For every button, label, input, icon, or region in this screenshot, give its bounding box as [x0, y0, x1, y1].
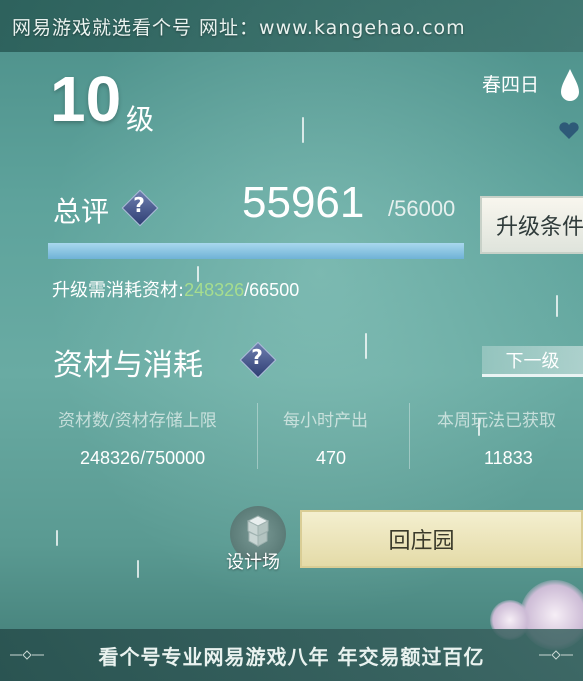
- upgrade-consume-line: 升级需消耗资材:248326/66500: [52, 276, 299, 302]
- stat-header-hourly: 每小时产出: [283, 411, 368, 431]
- watermark-bottom-bar: 看个号专业网易游戏八年 年交易额过百亿: [0, 629, 583, 681]
- score-progress-bar: [48, 243, 464, 259]
- section-help-button[interactable]: ?: [239, 341, 277, 379]
- section-title: 资材与消耗: [53, 348, 203, 383]
- score-help-button[interactable]: ?: [121, 189, 159, 227]
- column-divider: [409, 403, 410, 469]
- consume-current: 248326: [184, 280, 245, 300]
- water-drop-icon: [561, 69, 579, 101]
- ornament-icon: [10, 650, 44, 660]
- stat-value-storage: 248326/750000: [80, 448, 206, 468]
- score-progress-fill: [48, 243, 464, 259]
- consume-label: 升级需消耗资材:: [52, 280, 185, 301]
- upgrade-conditions-button[interactable]: 升级条件: [480, 196, 583, 254]
- season-label: 春四日: [482, 74, 540, 96]
- consume-total: /66500: [244, 280, 300, 300]
- stat-value-weekly: 11833: [484, 448, 533, 468]
- ornament-icon: [539, 650, 573, 660]
- score-label: 总评: [53, 195, 110, 228]
- rain-streak: [56, 530, 58, 546]
- return-manor-button[interactable]: 回庄园: [300, 510, 583, 568]
- next-level-tab[interactable]: 下一级: [482, 346, 583, 377]
- rain-streak: [556, 295, 558, 317]
- watermark-top-bar: 网易游戏就选看个号 网址：www.kangehao.com: [0, 0, 583, 52]
- level-unit: 级: [126, 103, 155, 136]
- rain-streak: [365, 333, 367, 359]
- watermark-top-text: 网易游戏就选看个号 网址：www.kangehao.com: [12, 16, 466, 39]
- rain-streak: [137, 560, 139, 578]
- stat-header-weekly: 本周玩法已获取: [437, 411, 556, 431]
- score-value: 55961: [242, 178, 365, 227]
- score-max: /56000: [388, 196, 456, 221]
- level-number: 10: [50, 63, 122, 135]
- rain-streak: [302, 117, 304, 143]
- stat-value-hourly: 470: [316, 448, 347, 468]
- stat-header-storage: 资材数/资材存储上限: [58, 411, 217, 431]
- help-icon-text: ?: [251, 345, 263, 369]
- column-divider: [257, 403, 258, 469]
- watermark-bottom-text: 看个号专业网易游戏八年 年交易额过百亿: [98, 644, 485, 669]
- design-field-label[interactable]: 设计场: [226, 548, 280, 574]
- help-icon-text: ?: [133, 193, 145, 217]
- heart-icon[interactable]: [558, 122, 580, 140]
